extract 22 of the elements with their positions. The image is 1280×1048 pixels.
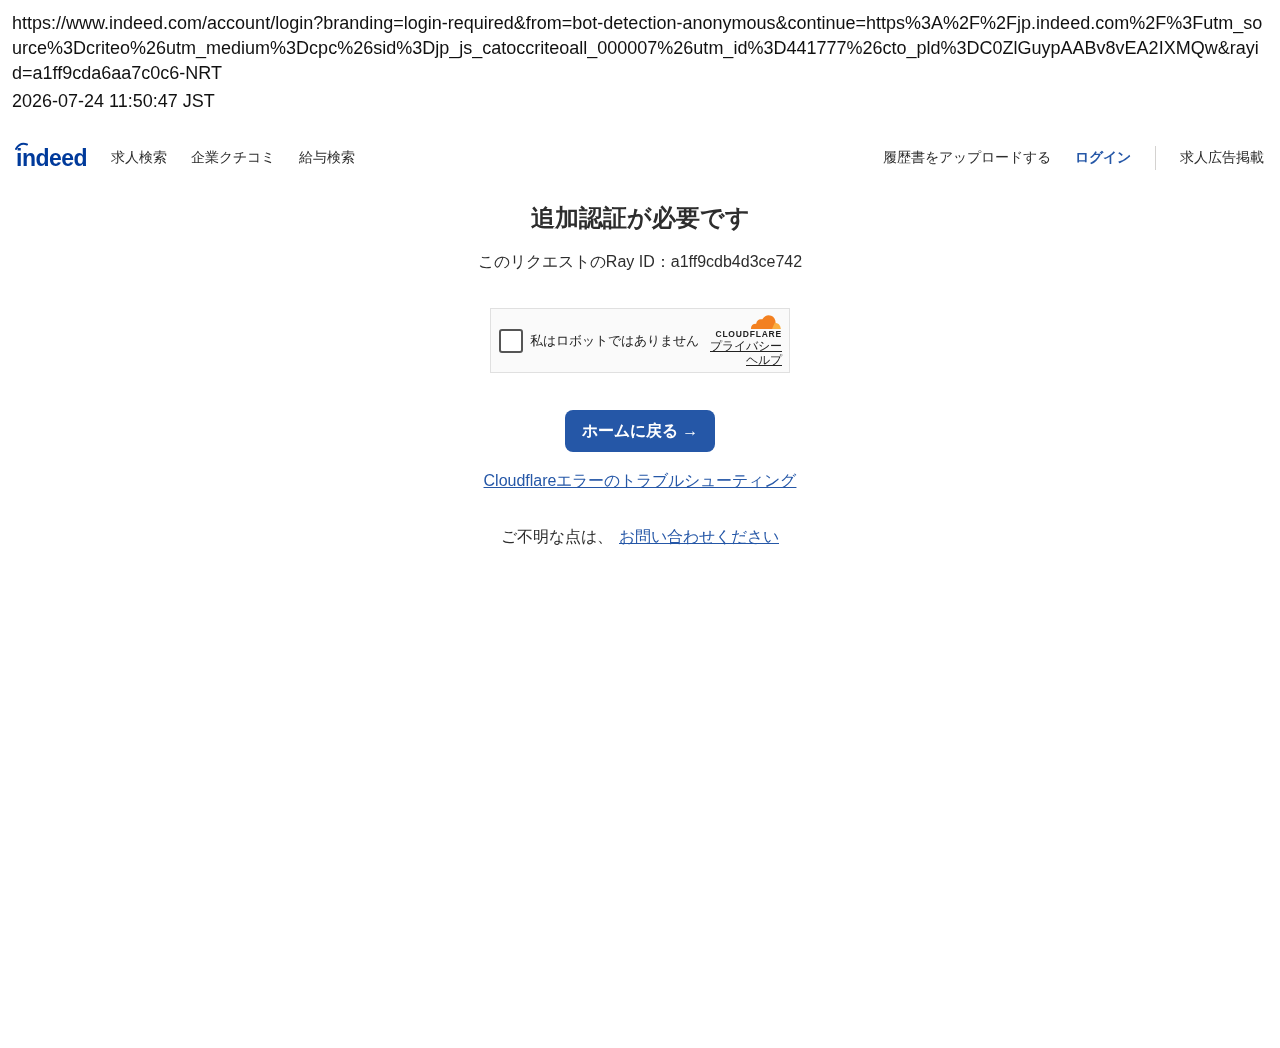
page-title: 追加認証が必要です [530, 203, 750, 233]
ray-id-text: このリクエストのRay ID：a1ff9cdb4d3ce742 [477, 252, 803, 272]
nav-link[interactable]: 企業クチコミ [191, 149, 276, 167]
nav-link[interactable]: 求人検索 [111, 149, 168, 167]
home-button[interactable]: ホームに戻る → [565, 410, 715, 452]
help-link[interactable]: ヘルプ [746, 353, 782, 367]
upload-resume-link[interactable]: 履歴書をアップロードする [883, 149, 1051, 167]
arc-icon [15, 142, 28, 150]
contact-text: ご不明な点は、 [501, 527, 613, 547]
logo-link[interactable]: indeed [16, 145, 88, 171]
privacy-link[interactable]: プライバシー [710, 339, 782, 353]
url-text: https://www.indeed.com/account/login?branding=login-required&from=bot-detection-anonymous&continue=https%3A%2F%2Fjp.indeed.com%2F%3Futm_source%3Dcriteo%26utm_medium%3Dcpc%26sid%3Djp_js_catoccriteoall_000007%26utm_id%3D441777%26cto_pld%3DC0ZlGuypAABv8vEA2IXMQw&rayid=a1ff9cda6aa7c0c6-NRT [12, 12, 1264, 85]
checkbox[interactable] [499, 328, 523, 353]
sign-in-link[interactable]: ログイン [1075, 149, 1131, 167]
contact-link[interactable]: お問い合わせください [619, 526, 779, 548]
brand-text: CLOUDFLARE [715, 329, 782, 339]
cloud-icon [748, 314, 782, 329]
nav-link[interactable]: 給与検索 [299, 149, 356, 167]
employer-link[interactable]: 求人広告掲載 [1180, 149, 1264, 167]
checkbox-label: 私はロボットではありません [530, 331, 699, 350]
timestamp-text: 2026-07-24 11:50:47 JST [12, 90, 216, 113]
troubleshooting-link[interactable]: Cloudflareエラーのトラブルシューティング [483, 470, 797, 492]
